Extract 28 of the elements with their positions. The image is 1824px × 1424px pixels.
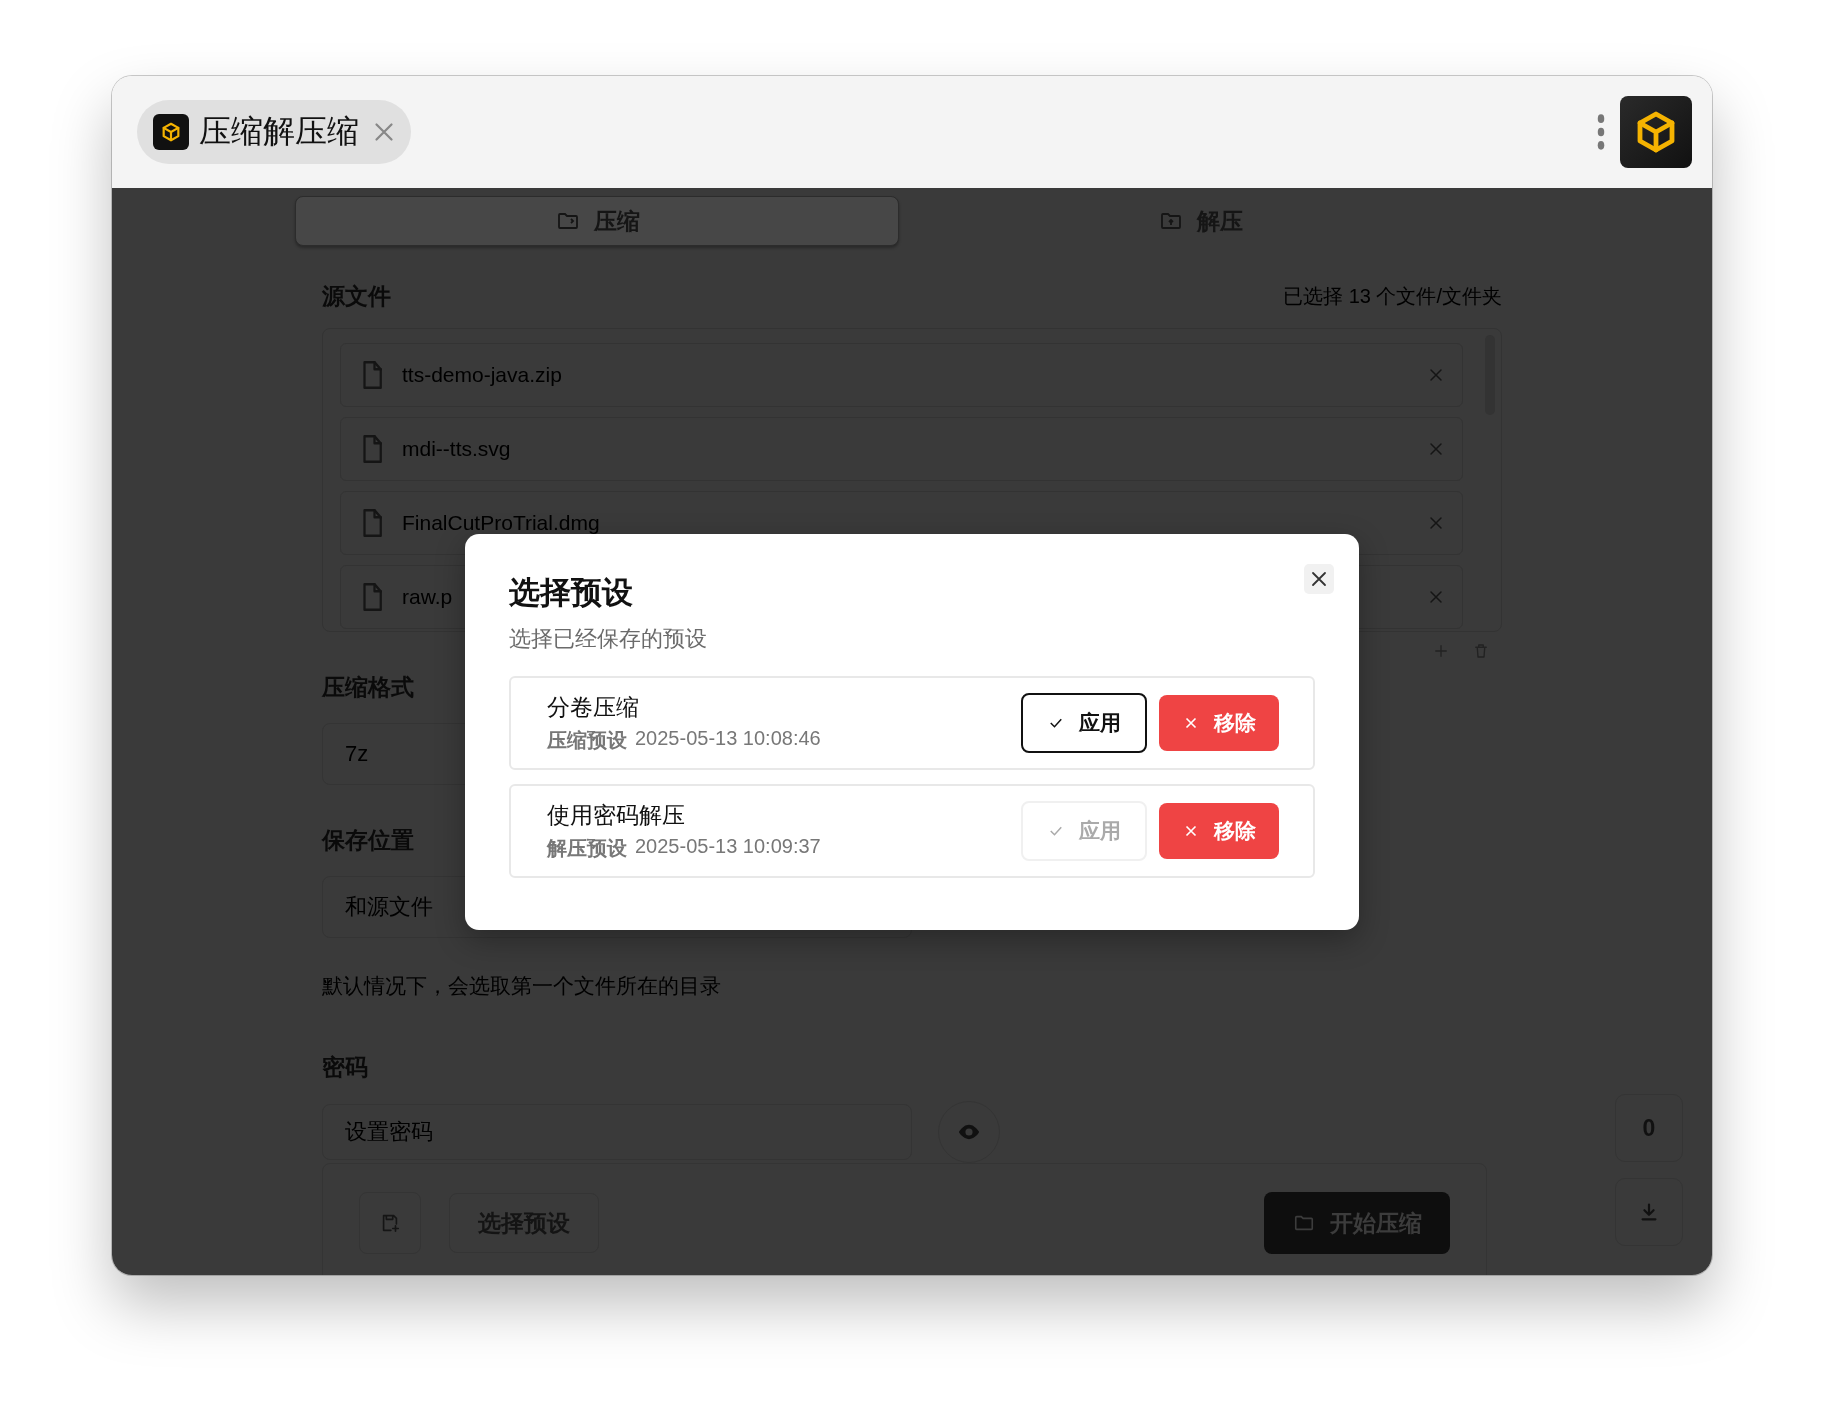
- save-icon[interactable]: [359, 1192, 421, 1254]
- preset-type: 解压预设: [547, 836, 627, 861]
- document-tab[interactable]: 压缩解压缩: [137, 100, 411, 164]
- file-name: tts-demo-java.zip: [402, 363, 562, 387]
- preset-name: 使用密码解压: [547, 801, 686, 830]
- apply-button[interactable]: 应用: [1021, 693, 1147, 753]
- tab-title: 压缩解压缩: [199, 112, 359, 151]
- remove-button[interactable]: 移除: [1159, 803, 1279, 859]
- cube-icon[interactable]: [1620, 96, 1692, 168]
- file-item[interactable]: mdi--tts.svg: [340, 417, 1463, 481]
- download-icon[interactable]: [1615, 1178, 1683, 1246]
- file-name: mdi--tts.svg: [402, 437, 511, 461]
- more-icon[interactable]: [1596, 112, 1606, 152]
- dialog-subtitle: 选择已经保存的预设: [509, 625, 708, 653]
- file-item[interactable]: tts-demo-java.zip: [340, 343, 1463, 407]
- preset-time: 2025-05-13 10:09:37: [635, 835, 821, 859]
- close-icon[interactable]: [1304, 564, 1334, 594]
- password-field[interactable]: 设置密码: [322, 1104, 912, 1160]
- selection-count: 已选择 13 个文件/文件夹: [1283, 284, 1502, 309]
- file-name: FinalCutProTrial.dmg: [402, 511, 600, 535]
- preset-name: 分卷压缩: [547, 693, 640, 722]
- preset-time: 2025-05-13 10:08:46: [635, 727, 821, 751]
- file-name: raw.p: [402, 585, 453, 609]
- preset-type: 压缩预设: [547, 728, 627, 753]
- dialog-title: 选择预设: [509, 574, 634, 612]
- remove-button[interactable]: 移除: [1159, 695, 1279, 751]
- trash-icon[interactable]: [1472, 642, 1490, 660]
- cube-icon: [153, 114, 189, 150]
